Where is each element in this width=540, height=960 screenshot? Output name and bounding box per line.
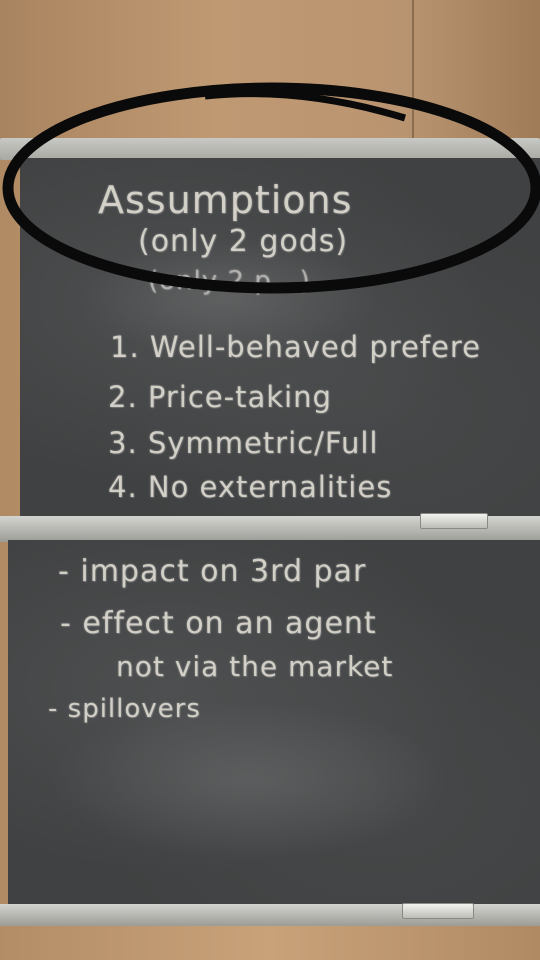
marker-oval-annotation [2, 82, 540, 294]
oval-stroke [2, 82, 540, 294]
